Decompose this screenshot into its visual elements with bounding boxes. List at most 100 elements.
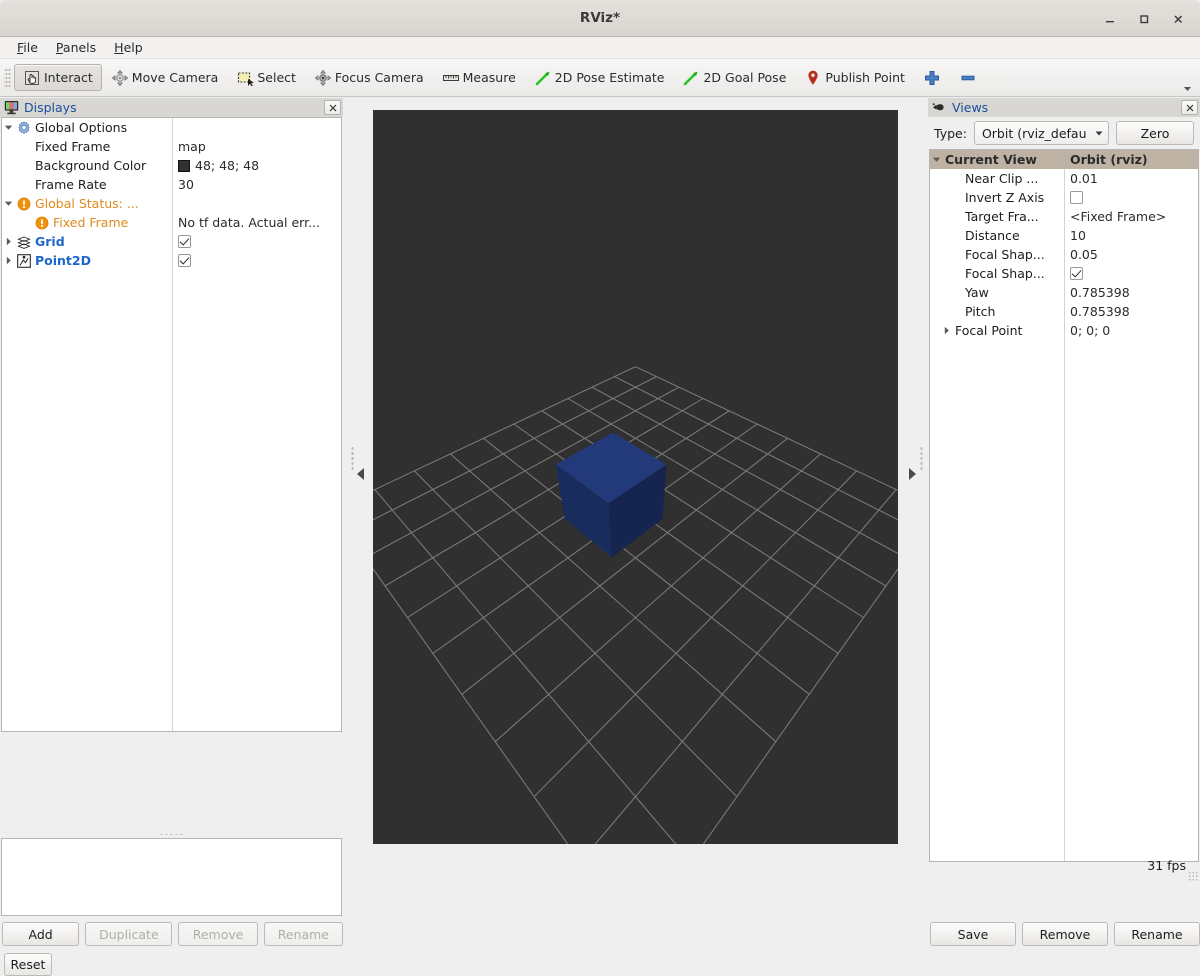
views-header-name: Current View [945,152,1037,167]
views-row-yaw-label: Yaw [965,285,989,300]
expander-spacer [952,288,961,297]
tool-focus-camera-label: Focus Camera [335,70,424,85]
view-type-combobox[interactable]: Orbit (rviz_defau [974,121,1109,145]
displays-row-grid-label: Grid [35,234,65,249]
views-save-button[interactable]: Save [930,922,1016,946]
displays-tree[interactable]: Global OptionsFixed FramemapBackground C… [1,117,342,732]
tool-measure[interactable]: Measure [433,64,525,91]
views-tree[interactable]: Current ViewOrbit (rviz)Near Clip ...0.0… [929,149,1199,862]
expander-expand-icon[interactable] [4,256,13,265]
zero-button[interactable]: Zero [1116,121,1194,145]
displays-row-frame-rate[interactable]: Frame Rate30 [2,175,341,194]
views-row-near-clip-value: 0.01 [1070,171,1098,186]
minimize-button[interactable] [1094,4,1126,34]
tool-interact[interactable]: Interact [14,64,102,91]
views-row-focal-shap[interactable]: Focal Shap... [930,264,1198,283]
displays-row-global-status[interactable]: Global Status: ... [2,194,341,213]
toolbar-overflow-icon[interactable] [1183,84,1192,93]
splitter-grip [159,833,185,836]
plus-icon [923,69,941,87]
tool-2d-goal-pose[interactable]: 2D Goal Pose [673,64,795,91]
views-row-pitch[interactable]: Pitch0.785398 [930,302,1198,321]
chevron-down-icon [1094,128,1104,138]
displays-vertical-splitter[interactable] [0,831,343,838]
window-resize-grip[interactable] [1188,871,1198,881]
views-row-focal-point-label: Focal Point [955,323,1022,338]
views-row-focal-shap[interactable]: Focal Shap...0.05 [930,245,1198,264]
views-row-focal-point[interactable]: Focal Point0; 0; 0 [930,321,1198,340]
select-rectangle-icon [236,69,254,87]
displays-panel: Displays Global OptionsFixed FramemapBac… [0,98,343,733]
main-toolbar: Interact Move Camera Select Foc [0,59,1200,97]
displays-monitor-icon [4,100,19,115]
tool-add-tool[interactable] [914,64,950,91]
tool-remove-tool[interactable] [950,64,986,91]
menu-help[interactable]: Help [105,38,152,57]
views-camera-icon [932,100,947,115]
views-close-button[interactable] [1181,100,1198,115]
left-splitter[interactable] [343,98,373,848]
tool-2d-pose-estimate[interactable]: 2D Pose Estimate [525,64,674,91]
displays-row-grid[interactable]: Grid [2,232,341,251]
3d-render-view[interactable] [373,110,898,844]
right-splitter[interactable] [898,98,928,848]
close-button[interactable] [1162,4,1194,34]
views-row-invert-z-axis[interactable]: Invert Z Axis [930,188,1198,207]
displays-row-point2d[interactable]: Point2D [2,251,341,270]
collapse-right-icon[interactable] [907,467,917,481]
expander-collapse-icon[interactable] [4,123,13,132]
gear-icon [17,121,31,135]
expander-spacer [952,231,961,240]
window-controls [1094,0,1194,37]
views-header-row[interactable]: Current ViewOrbit (rviz) [930,150,1198,169]
minus-icon [959,69,977,87]
views-row-focal-shap-label: Focal Shap... [965,266,1045,281]
fps-counter: 31 fps [1147,858,1186,873]
view-type-value: Orbit (rviz_defau [982,126,1094,141]
displays-row-point2d-checkbox[interactable] [178,254,191,267]
displays-row-fixed-frame[interactable]: Fixed FrameNo tf data. Actual err... [2,213,341,232]
menu-panels[interactable]: Panels [47,38,105,57]
expander-spacer [952,212,961,221]
displays-row-background-color-color-swatch[interactable] [178,160,190,172]
goal-arrow-icon [682,69,700,87]
views-remove-button[interactable]: Remove [1022,922,1108,946]
displays-row-background-color[interactable]: Background Color48; 48; 48 [2,156,341,175]
expander-expand-icon[interactable] [942,326,951,335]
displays-row-grid-checkbox[interactable] [178,235,191,248]
views-row-invert-z-axis-checkbox[interactable] [1070,191,1083,204]
views-row-distance[interactable]: Distance10 [930,226,1198,245]
displays-tree-rows: Global OptionsFixed FramemapBackground C… [2,118,341,270]
displays-close-button[interactable] [324,100,341,115]
maximize-button[interactable] [1128,4,1160,34]
views-row-target-fra-value: <Fixed Frame> [1070,209,1166,224]
tool-move-camera[interactable]: Move Camera [102,64,228,91]
hand-cursor-icon [23,69,41,87]
displays-row-point2d-label: Point2D [35,253,91,268]
tool-select[interactable]: Select [227,64,305,91]
menu-file[interactable]: File [8,38,47,57]
view-type-label: Type: [934,126,967,141]
collapse-left-icon[interactable] [356,467,366,481]
displays-row-fixed-frame[interactable]: Fixed Framemap [2,137,341,156]
expander-spacer [952,307,961,316]
displays-row-global-options[interactable]: Global Options [2,118,341,137]
views-row-target-fra[interactable]: Target Fra...<Fixed Frame> [930,207,1198,226]
tool-publish-point[interactable]: Publish Point [795,64,914,91]
views-row-near-clip[interactable]: Near Clip ...0.01 [930,169,1198,188]
view-type-row: Type: Orbit (rviz_defau Zero [928,119,1200,147]
duplicate-button: Duplicate [85,922,172,946]
views-row-yaw[interactable]: Yaw0.785398 [930,283,1198,302]
expander-expand-icon[interactable] [4,237,13,246]
move-camera-icon [111,69,129,87]
displays-row-frame-rate-value: 30 [178,177,194,192]
toolbar-grip[interactable] [4,67,11,89]
expander-collapse-icon[interactable] [932,155,941,164]
tool-focus-camera[interactable]: Focus Camera [305,64,433,91]
expander-collapse-icon[interactable] [4,199,13,208]
views-rename-button[interactable]: Rename [1114,922,1200,946]
reset-button[interactable]: Reset [4,953,52,976]
add-button[interactable]: Add [2,922,79,946]
views-row-focal-shap-checkbox[interactable] [1070,267,1083,280]
tool-measure-label: Measure [463,70,516,85]
